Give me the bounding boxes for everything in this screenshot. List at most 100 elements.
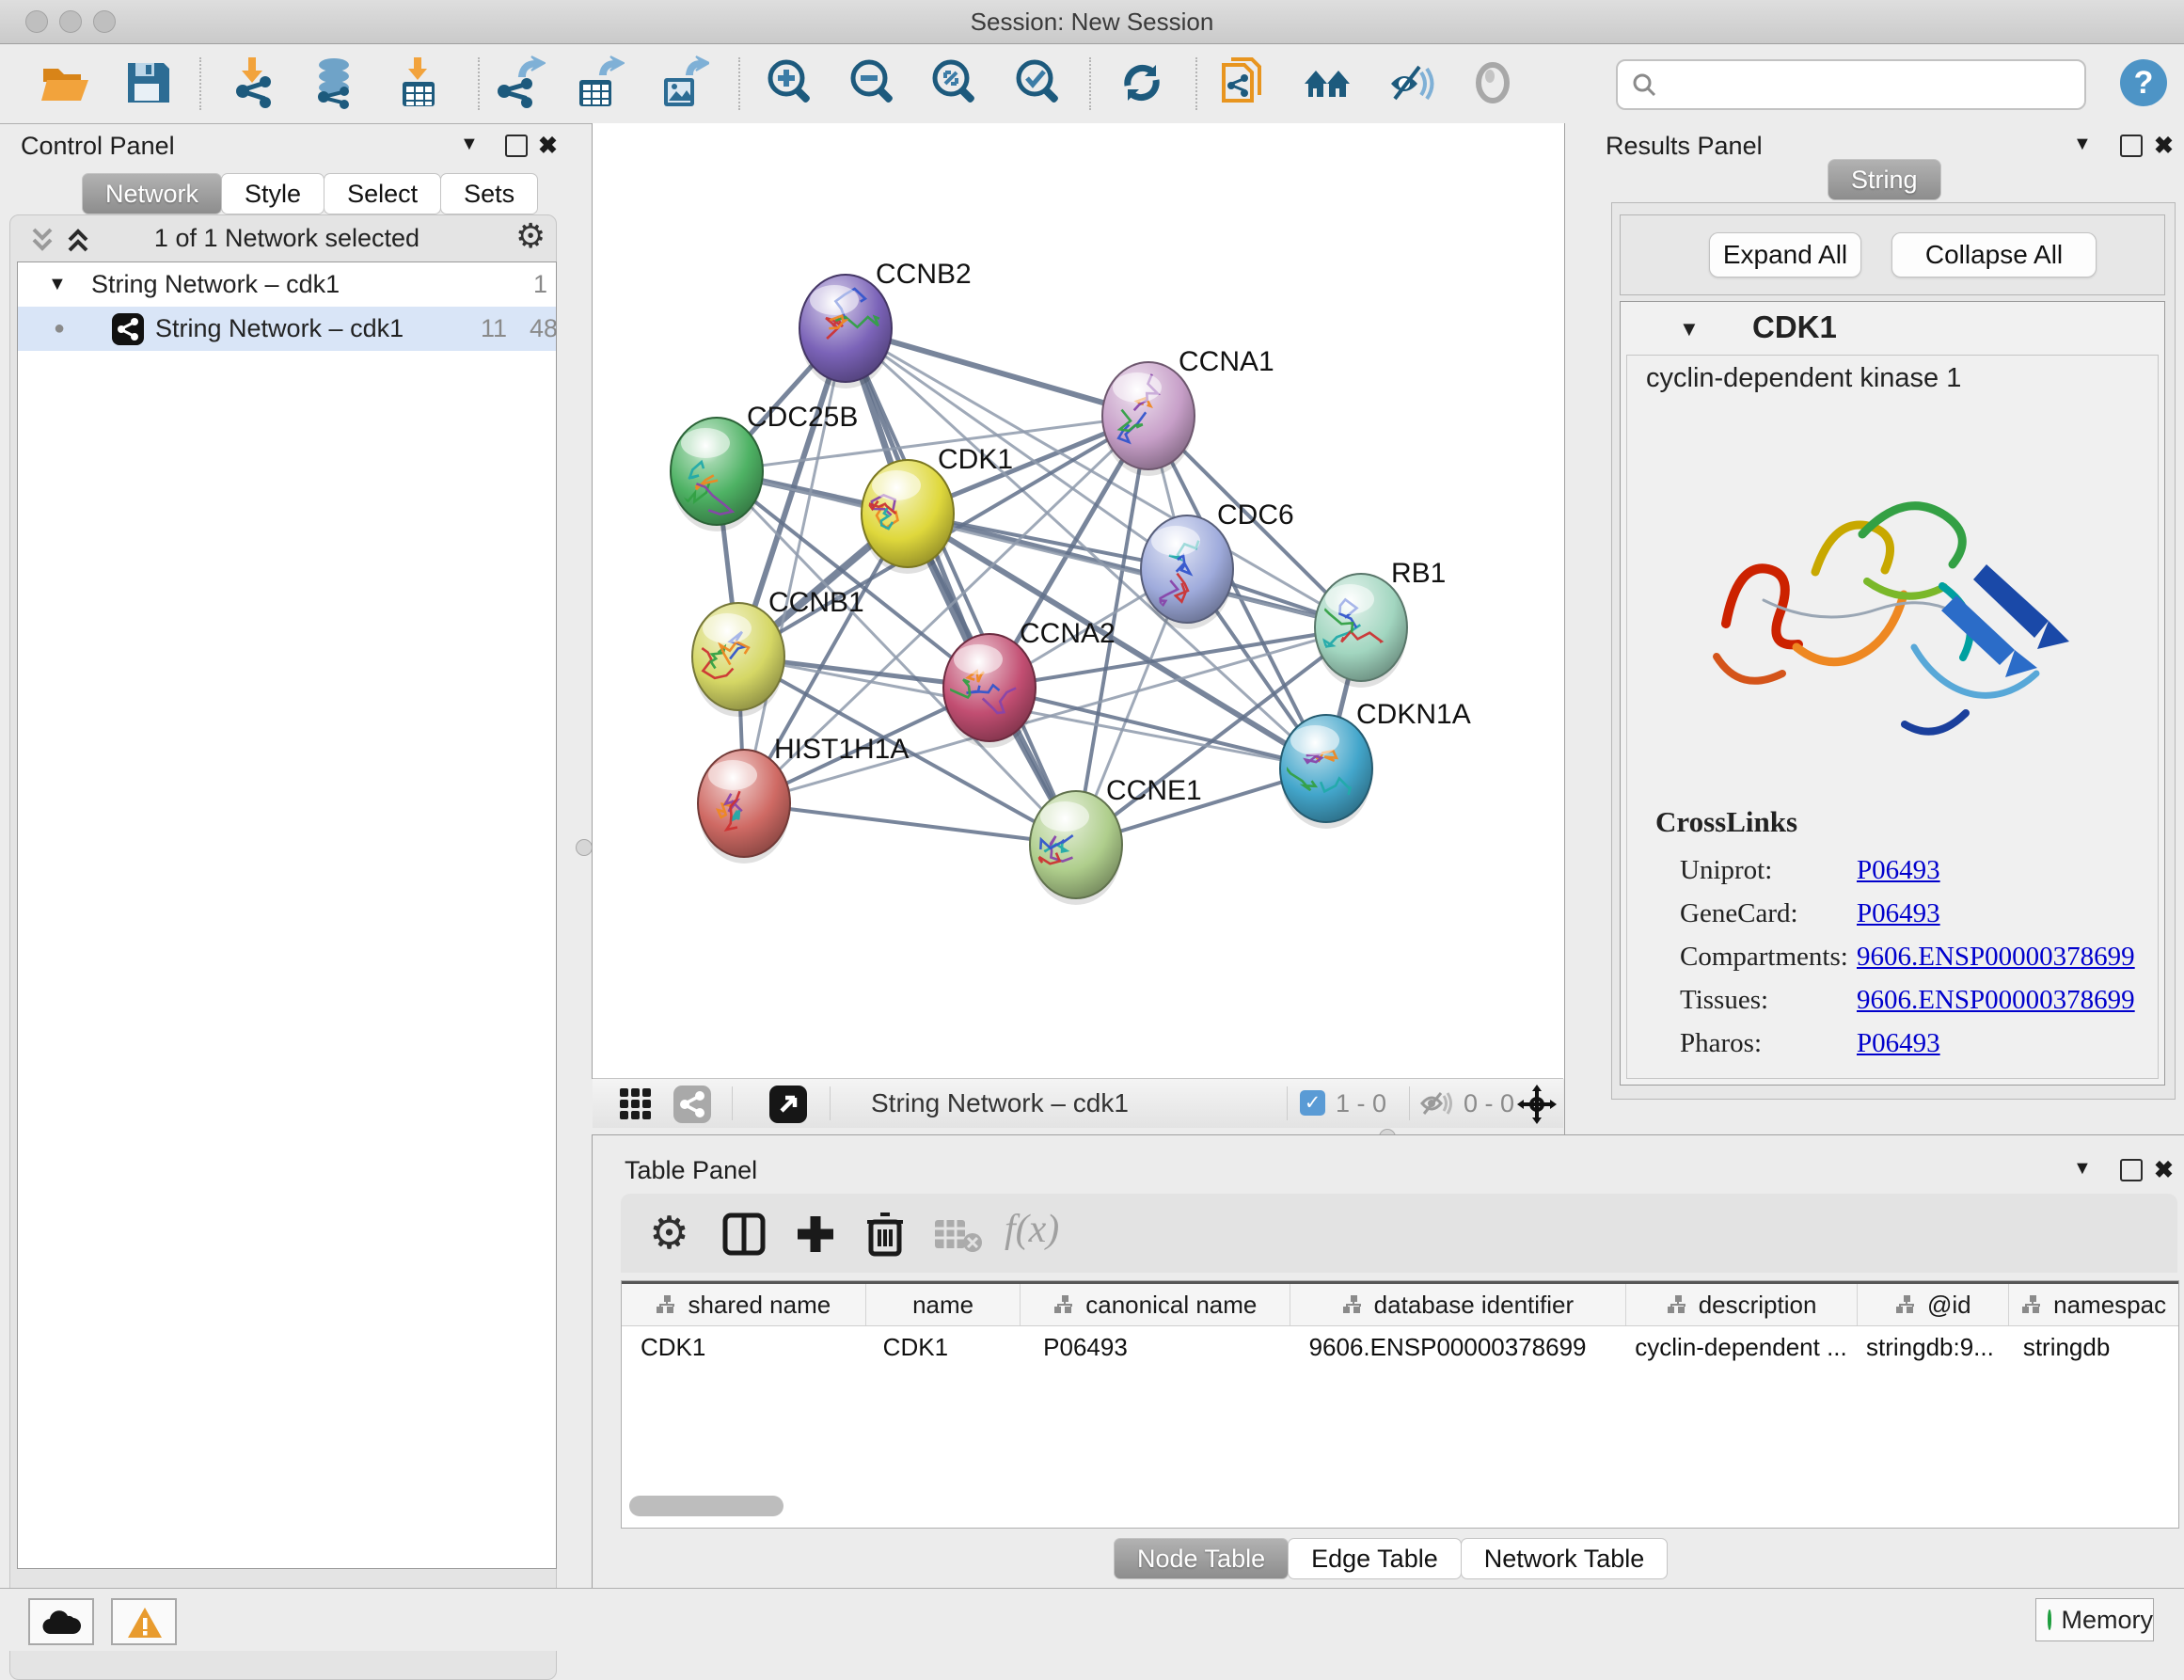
compartments-link[interactable]: 9606.ENSP00000378699 <box>1857 942 2135 972</box>
first-neighbors-icon[interactable] <box>1301 55 1355 110</box>
uniprot-link[interactable]: P06493 <box>1857 855 1940 885</box>
horizontal-scrollbar[interactable] <box>629 1496 783 1516</box>
results-panel-menu-icon[interactable]: ▼ <box>2073 134 2092 155</box>
tab-network[interactable]: Network <box>82 173 222 214</box>
save-session-icon[interactable] <box>120 55 175 110</box>
expand-all-button[interactable]: Expand All <box>1709 232 1861 277</box>
memory-label: Memory <box>2061 1606 2153 1635</box>
network-share-icon[interactable] <box>673 1086 711 1128</box>
network-row-selected[interactable]: ● String Network – cdk1 11 48 <box>18 307 556 351</box>
table-settings-gear-icon[interactable]: ⚙ <box>649 1207 689 1260</box>
table-row[interactable]: CDK1 CDK1 P06493 9606.ENSP00000378699 cy… <box>622 1326 2178 1368</box>
pan-crosshair-icon[interactable] <box>1516 1084 1558 1130</box>
svg-text:RB1: RB1 <box>1391 558 1446 589</box>
export-table-icon[interactable] <box>570 55 625 110</box>
export-network-icon[interactable] <box>491 55 546 110</box>
svg-text:CDK1: CDK1 <box>938 444 1013 475</box>
svg-text:?: ? <box>2134 65 2154 101</box>
results-panel-float-icon[interactable] <box>2120 135 2143 157</box>
help-icon[interactable]: ? <box>2118 57 2169 113</box>
table-panel-close-icon[interactable]: ✖ <box>2154 1156 2174 1184</box>
hidden-elements-eye-icon <box>1420 1090 1452 1121</box>
tab-node-table[interactable]: Node Table <box>1114 1538 1289 1579</box>
show-columns-icon[interactable] <box>722 1212 766 1260</box>
cloud-status-button[interactable] <box>28 1598 94 1645</box>
column-header[interactable]: namespac <box>2009 1284 2178 1325</box>
svg-text:CDKN1A: CDKN1A <box>1356 699 1471 730</box>
expand-all-icon[interactable] <box>64 224 92 261</box>
table-panel-title: Table Panel <box>625 1156 757 1185</box>
pharos-link[interactable]: P06493 <box>1857 1028 1940 1058</box>
column-header[interactable]: database identifier <box>1290 1284 1626 1325</box>
delete-column-icon[interactable] <box>863 1211 907 1262</box>
network-options-gear-icon[interactable]: ⚙ <box>515 216 546 256</box>
import-network-icon[interactable] <box>228 55 282 110</box>
collection-count: 1 <box>533 262 547 307</box>
export-image-icon[interactable] <box>655 55 709 110</box>
network-tree: ▼ String Network – cdk1 1 ● String Netwo… <box>17 262 557 1569</box>
toolbar-separator <box>1089 57 1091 110</box>
tab-network-table[interactable]: Network Table <box>1461 1538 1669 1579</box>
highlight-icon[interactable] <box>1465 55 1520 110</box>
zoom-selected-icon[interactable] <box>1010 55 1065 110</box>
grid-view-icon[interactable] <box>619 1087 653 1126</box>
tab-edge-table[interactable]: Edge Table <box>1288 1538 1462 1579</box>
zoom-in-icon[interactable] <box>762 55 816 110</box>
svg-text:CCNB1: CCNB1 <box>768 587 864 618</box>
birds-eye-view-icon[interactable] <box>769 1086 807 1128</box>
refresh-icon[interactable] <box>1115 55 1169 110</box>
open-session-icon[interactable] <box>38 55 92 110</box>
toolbar-separator <box>738 57 740 110</box>
column-header[interactable]: shared name <box>622 1284 866 1325</box>
control-panel-float-icon[interactable] <box>505 135 528 157</box>
app-status-bar: Memory <box>0 1588 2184 1651</box>
network-collection-row[interactable]: ▼ String Network – cdk1 1 <box>18 262 556 307</box>
column-header[interactable]: description <box>1626 1284 1859 1325</box>
left-splitter-handle[interactable] <box>576 839 593 856</box>
tab-style[interactable]: Style <box>221 173 324 214</box>
table-panel-float-icon[interactable] <box>2120 1159 2143 1181</box>
add-column-icon[interactable] <box>794 1212 837 1260</box>
collection-label: String Network – cdk1 <box>91 262 340 307</box>
results-panel-close-icon[interactable]: ✖ <box>2154 132 2174 160</box>
svg-text:HIST1H1A: HIST1H1A <box>774 734 909 765</box>
tab-string[interactable]: String <box>1828 159 1941 200</box>
tissues-link[interactable]: 9606.ENSP00000378699 <box>1857 985 2135 1015</box>
gene-expander-icon[interactable]: ▼ <box>1679 317 1700 341</box>
search-input[interactable] <box>1616 59 2086 110</box>
network-canvas[interactable]: CCNB2CCNA1CDC25BCDK1CDC6RB1CCNB1CCNA2CDK… <box>592 123 1566 1079</box>
memory-button[interactable]: Memory <box>2035 1598 2154 1641</box>
crosslink-row: Compartments:9606.ENSP00000378699 <box>1680 935 2135 978</box>
import-network-database-icon[interactable] <box>307 55 361 110</box>
show-hide-graphics-icon[interactable] <box>1384 55 1438 110</box>
zoom-out-icon[interactable] <box>845 55 899 110</box>
collapse-all-icon[interactable] <box>28 224 56 261</box>
control-panel-close-icon[interactable]: ✖ <box>538 132 558 160</box>
string-results-container: Expand All Collapse All ▼ CDK1 cyclin-de… <box>1611 202 2176 1100</box>
genecard-link[interactable]: P06493 <box>1857 898 1940 928</box>
control-panel-menu-icon[interactable]: ▼ <box>460 134 479 155</box>
table-panel: Table Panel ▼ ✖ ⚙ f(x) shared name name … <box>592 1134 2184 1589</box>
network-view-title: String Network – cdk1 <box>871 1088 1129 1118</box>
crosslink-row: Tissues:9606.ENSP00000378699 <box>1680 978 2135 1022</box>
zoom-fit-icon[interactable] <box>926 55 981 110</box>
table-panel-menu-icon[interactable]: ▼ <box>2073 1158 2092 1180</box>
column-header[interactable]: canonical name <box>1021 1284 1290 1325</box>
toolbar-separator <box>1195 57 1197 110</box>
crosslink-row: Uniprot:P06493 <box>1680 848 2135 892</box>
current-network-bullet-icon: ● <box>54 307 65 351</box>
collection-expander-icon[interactable]: ▼ <box>48 262 67 307</box>
tab-sets[interactable]: Sets <box>440 173 538 214</box>
selected-nodes-checkbox-icon[interactable]: ✓ <box>1300 1090 1325 1116</box>
import-table-icon[interactable] <box>391 55 446 110</box>
warnings-button[interactable] <box>111 1598 177 1645</box>
results-panel-title: Results Panel <box>1606 132 1763 161</box>
column-header[interactable]: @id <box>1858 1284 2009 1325</box>
string-network-icon <box>112 313 144 359</box>
crosslink-row: Pharos:P06493 <box>1680 1022 2135 1065</box>
tab-select[interactable]: Select <box>324 173 441 214</box>
share-document-icon[interactable] <box>1216 55 1271 110</box>
main-toolbar: ? <box>0 44 2184 124</box>
collapse-all-button[interactable]: Collapse All <box>1891 232 2097 277</box>
column-header[interactable]: name <box>866 1284 1021 1325</box>
